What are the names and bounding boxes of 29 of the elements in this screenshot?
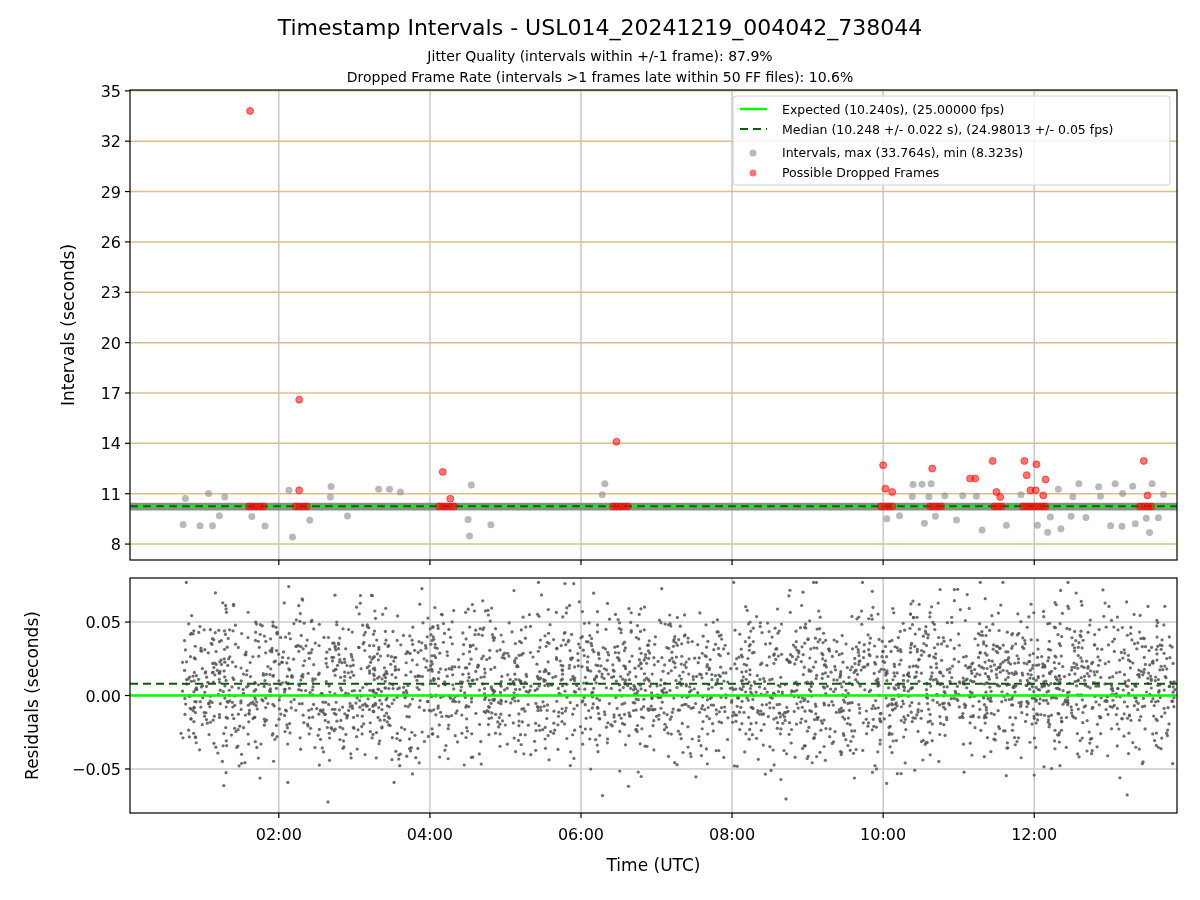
y-tick-label: 29 — [100, 182, 121, 202]
x-tick-label: 02:00 — [255, 825, 302, 844]
x-tick-label: 12:00 — [1011, 825, 1058, 844]
y-tick-label: 0.00 — [85, 686, 121, 706]
y-axis-label: Intervals (seconds) — [58, 243, 78, 407]
y-tick-label: 17 — [100, 384, 121, 403]
legend-entry: Possible Dropped Frames — [782, 164, 940, 180]
y-tick-label: 32 — [100, 132, 121, 152]
x-tick-label: 10:00 — [860, 825, 907, 844]
y-axis-label: Residuals (seconds) — [22, 611, 42, 780]
y-tick-label: 23 — [100, 283, 121, 303]
legend-entry: Intervals, max (33.764s), min (8.323s) — [782, 144, 1024, 160]
y-tick-label: 35 — [100, 81, 121, 101]
legend-entry: Median (10.248 +/- 0.022 s), (24.98013 +/- 0.05 fps) — [782, 121, 1114, 137]
y-tick-label: 14 — [100, 434, 121, 454]
chart-subtitle: Dropped Frame Rate (intervals >1 frames late within 50 FF files): 10.6% — [346, 68, 854, 87]
y-tick-label: 26 — [100, 232, 121, 252]
x-axis-label: Time (UTC) — [606, 855, 701, 875]
x-tick-label: 04:00 — [406, 825, 453, 844]
y-tick-label: 8 — [110, 535, 121, 555]
x-tick-label: 08:00 — [709, 825, 756, 844]
chart-title: Timestamp Intervals - USL014_20241219_004042_738044 — [277, 14, 923, 42]
y-tick-label: −0.05 — [71, 759, 121, 779]
chart-subtitle: Jitter Quality (intervals within +/-1 frame): 87.9% — [427, 47, 773, 66]
y-tick-label: 0.05 — [85, 613, 121, 633]
x-tick-label: 06:00 — [557, 825, 605, 844]
legend-entry: Expected (10.240s), (25.00000 fps) — [782, 101, 1005, 117]
y-tick-label: 11 — [100, 484, 121, 504]
y-tick-label: 20 — [100, 333, 121, 353]
